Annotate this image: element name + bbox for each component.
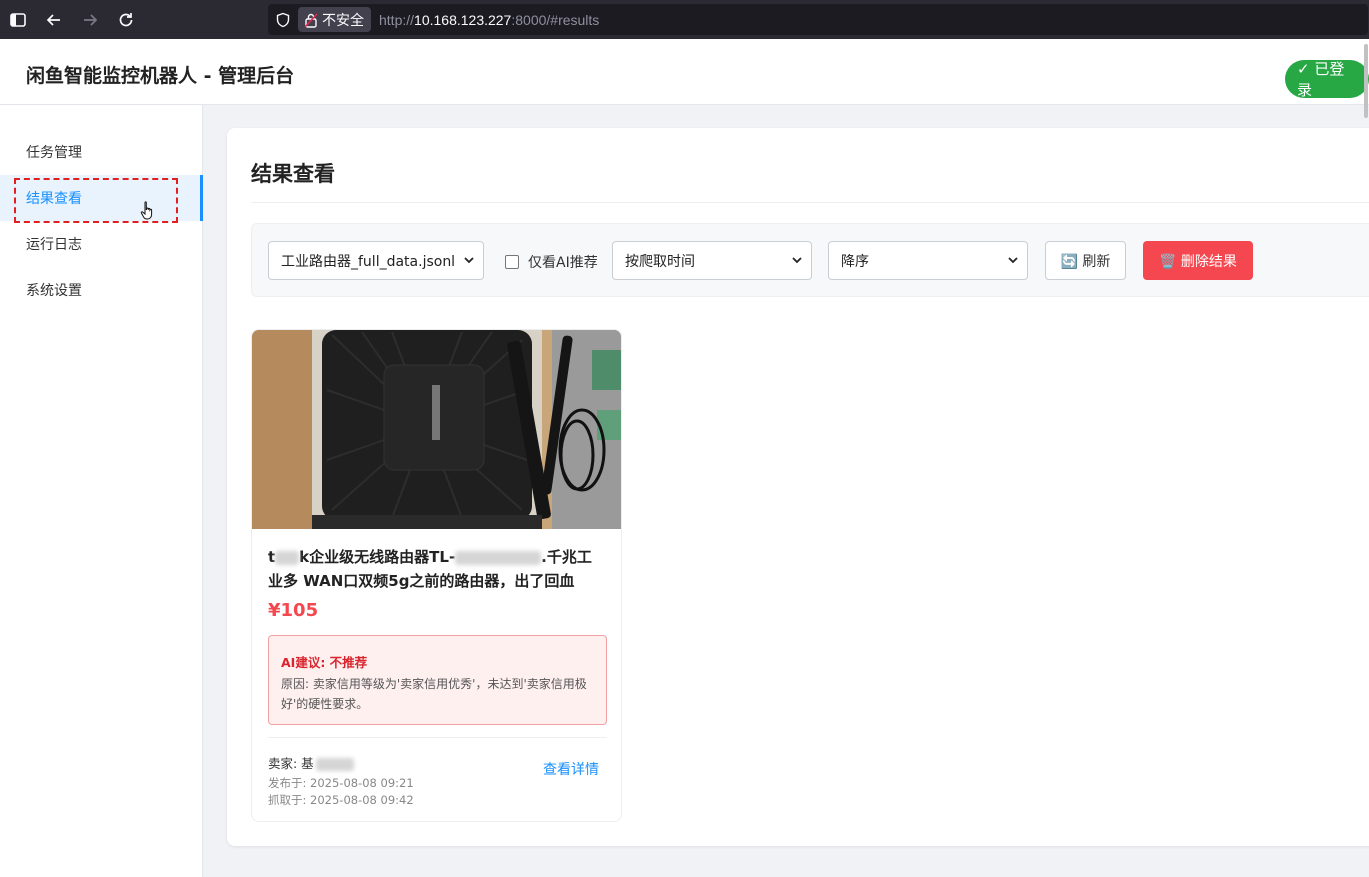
sidebar-item-settings[interactable]: 系统设置	[0, 267, 203, 313]
publish-date: 发布于: 2025-08-08 09:21	[268, 776, 414, 790]
insecure-label: 不安全	[322, 12, 364, 29]
page-scrollbar[interactable]	[1364, 44, 1368, 118]
sidebar: 任务管理 结果查看 运行日志 系统设置	[0, 105, 203, 877]
chevron-down-icon	[464, 257, 474, 264]
ai-verdict: AI建议: 不推荐	[281, 655, 368, 670]
seller-name: 卖家: 基	[268, 753, 354, 772]
delete-results-button[interactable]: 🗑️ 删除结果	[1143, 241, 1253, 280]
page-title: 结果查看	[251, 162, 335, 186]
results-toolbar: 工业路由器_full_data.jsonl 仅看AI推荐 按爬取时间 降序 🔄 …	[251, 223, 1369, 297]
ai-recommendation-box: AI建议: 不推荐 原因: 卖家信用等级为'卖家信用优秀'，未达到'卖家信用极好…	[268, 635, 607, 725]
browser-toolbar: 不安全 http://10.168.123.227:8000/#results	[0, 0, 1369, 39]
fetch-date: 抓取于: 2025-08-08 09:42	[268, 793, 414, 807]
app-title: 闲鱼智能监控机器人 - 管理后台	[26, 65, 295, 87]
redacted-text	[455, 550, 542, 565]
site-insecure-button[interactable]: 不安全	[298, 7, 371, 32]
sidebar-toggle-icon[interactable]	[0, 0, 36, 39]
result-card: t k企业级无线路由器TL- .千兆工 业多 WAN口双频5g之前的路由器，出了回血…	[251, 329, 622, 822]
sort-field-select[interactable]: 按爬取时间	[612, 241, 812, 280]
main-panel: 结果查看 工业路由器_full_data.jsonl 仅看AI推荐 按爬取时间 …	[227, 128, 1369, 846]
app-header: 闲鱼智能监控机器人 - 管理后台 ✓ 已登录	[0, 39, 1369, 105]
item-title[interactable]: t k企业级无线路由器TL- .千兆工 业多 WAN口双频5g之前的路由器，出了回血	[268, 545, 608, 593]
sidebar-item-logs[interactable]: 运行日志	[0, 221, 203, 267]
refresh-button[interactable]: 🔄 刷新	[1045, 241, 1126, 280]
redacted-text	[275, 550, 300, 565]
shield-icon[interactable]	[268, 4, 298, 35]
reload-icon[interactable]	[108, 0, 144, 39]
hand-cursor-icon	[140, 201, 153, 220]
redacted-text	[315, 758, 354, 771]
login-status-badge[interactable]: ✓ 已登录	[1285, 60, 1369, 99]
ai-only-toggle[interactable]: 仅看AI推荐	[505, 252, 598, 272]
chevron-down-icon	[1008, 257, 1018, 264]
sidebar-item-tasks[interactable]: 任务管理	[0, 129, 203, 175]
ai-only-checkbox[interactable]	[505, 255, 519, 269]
forward-icon[interactable]	[72, 0, 108, 39]
item-price: ¥105	[268, 600, 319, 621]
insecure-lock-icon	[304, 12, 318, 28]
sort-order-select[interactable]: 降序	[828, 241, 1028, 280]
chevron-down-icon	[792, 257, 802, 264]
address-bar[interactable]: 不安全 http://10.168.123.227:8000/#results	[268, 4, 1368, 35]
ai-reason: 原因: 卖家信用等级为'卖家信用优秀'，未达到'卖家信用极好'的硬性要求。	[281, 677, 587, 711]
product-image[interactable]	[252, 330, 622, 529]
result-file-select[interactable]: 工业路由器_full_data.jsonl	[268, 241, 484, 280]
back-icon[interactable]	[36, 0, 72, 39]
view-details-link[interactable]: 查看详情	[543, 759, 599, 779]
url-text[interactable]: http://10.168.123.227:8000/#results	[379, 12, 599, 28]
card-divider	[268, 737, 607, 738]
title-divider	[251, 202, 1369, 203]
